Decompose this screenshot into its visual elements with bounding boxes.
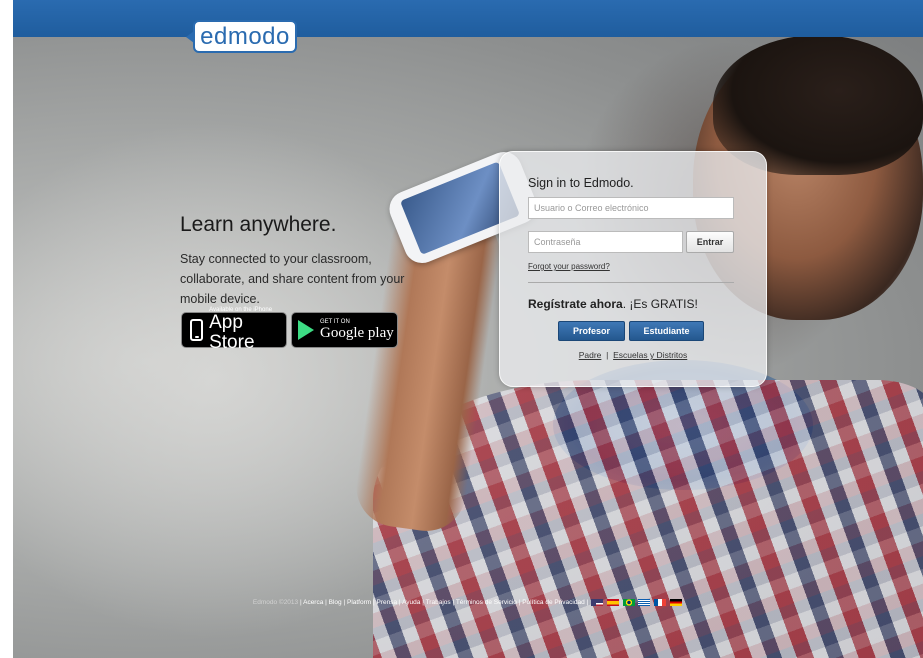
schools-link[interactable]: Escuelas y Distritos <box>613 350 687 360</box>
links-separator: | <box>606 350 609 360</box>
google-play-badge[interactable]: GET IT ON Google play <box>291 312 398 348</box>
forgot-password-link[interactable]: Forgot your password? <box>528 262 610 271</box>
password-input[interactable] <box>528 231 683 253</box>
flag-br-icon[interactable] <box>622 599 635 606</box>
promo-tagline: Stay connected to your classroom, collab… <box>180 252 405 306</box>
signin-panel: Sign in to Edmodo. Entrar Forgot your pa… <box>499 151 767 387</box>
footer-copyright: Edmodo ©2013 <box>252 599 299 607</box>
footer-link-privacy[interactable]: Política de Privacidad <box>522 599 585 606</box>
username-input[interactable] <box>528 197 734 219</box>
footer-link-platform[interactable]: Platform <box>347 599 371 606</box>
background-photo <box>13 0 923 658</box>
app-store-text: Available on the iPhone App Store <box>209 307 286 353</box>
logo-text: edmodo <box>200 22 290 50</box>
flag-gr-icon[interactable] <box>638 599 651 606</box>
flag-de-icon[interactable] <box>670 599 683 606</box>
register-bold: Regístrate ahora <box>528 297 623 311</box>
footer-link-help[interactable]: Ayuda <box>402 599 420 606</box>
footer: Edmodo ©2013 | Acerca | Blog | Platform … <box>13 599 923 606</box>
divider <box>528 282 734 283</box>
register-text: Regístrate ahora. ¡Es GRATIS! <box>528 297 698 311</box>
top-bar <box>13 0 923 37</box>
play-icon <box>298 320 314 340</box>
google-play-big: Google play <box>320 324 394 341</box>
enter-button[interactable]: Entrar <box>686 231 734 253</box>
secondary-links: Padre | Escuelas y Distritos <box>500 350 766 360</box>
iphone-icon <box>190 319 204 341</box>
register-rest: . ¡Es GRATIS! <box>622 297 698 311</box>
footer-link-jobs[interactable]: Trabajos <box>426 599 451 606</box>
signin-title: Sign in to Edmodo. <box>528 176 634 190</box>
edmodo-logo[interactable]: edmodo <box>193 20 297 53</box>
parent-link[interactable]: Padre <box>579 350 602 360</box>
footer-link-blog[interactable]: Blog <box>329 599 342 606</box>
google-play-text: GET IT ON Google play <box>320 319 394 342</box>
flag-us-icon[interactable] <box>591 599 604 606</box>
student-button[interactable]: Estudiante <box>629 321 704 341</box>
flag-es-icon[interactable] <box>606 599 619 606</box>
promo-headline: Learn anywhere. <box>180 213 337 236</box>
footer-link-press[interactable]: Prensa <box>377 599 398 606</box>
teacher-button[interactable]: Profesor <box>558 321 625 341</box>
footer-link-about[interactable]: Acerca <box>303 599 323 606</box>
footer-link-terms[interactable]: Términos de Servicio <box>456 599 517 606</box>
app-store-big: App Store <box>209 312 255 353</box>
flag-fr-icon[interactable] <box>654 599 667 606</box>
app-store-badge[interactable]: Available on the iPhone App Store <box>181 307 287 353</box>
